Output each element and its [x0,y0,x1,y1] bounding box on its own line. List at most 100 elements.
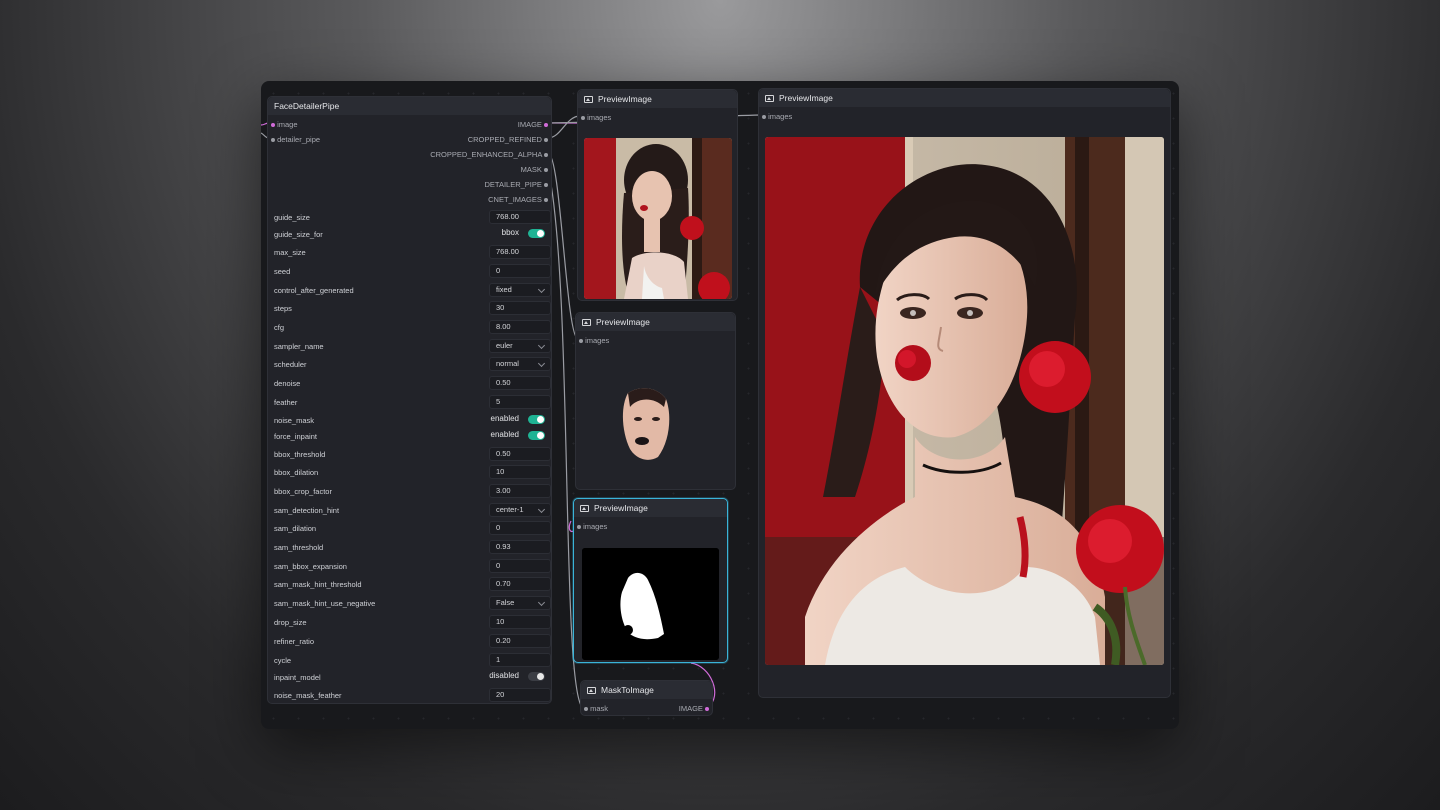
output-detailer-pipe-slot[interactable]: DETAILER_PIPE [485,180,548,189]
widget-cycle[interactable]: cycle 1 [274,653,551,668]
preview-image-node-enhanced-alpha[interactable]: PreviewImage images [575,312,736,490]
widget-value: 5 [496,397,501,406]
widget-scheduler[interactable]: scheduler normal [274,357,551,372]
connector-dot[interactable] [579,339,583,344]
number-input[interactable]: 10 [489,465,551,479]
combo-select[interactable]: fixed [489,283,551,297]
node-title[interactable]: FaceDetailerPipe [268,97,551,115]
widget-bbox-crop-factor[interactable]: bbox_crop_factor 3.00 [274,484,551,499]
node-title[interactable]: MaskToImage [581,681,712,699]
input-images-slot[interactable]: images [762,112,792,121]
input-detailer-pipe-slot[interactable]: detailer_pipe [271,135,320,144]
number-input[interactable]: 30 [489,301,551,315]
number-input[interactable]: 10 [489,615,551,629]
input-images-slot[interactable]: images [581,113,611,122]
output-mask-slot[interactable]: MASK [521,165,548,174]
output-cropped-refined-slot[interactable]: CROPPED_REFINED [468,135,548,144]
widget-guide-size-for[interactable]: guide_size_for bbox [274,227,545,242]
number-input[interactable]: 3.00 [489,484,551,498]
output-cropped-enhanced-alpha-slot[interactable]: CROPPED_ENHANCED_ALPHA [430,150,548,159]
output-connector-dot[interactable] [544,153,548,158]
widget-value: 1 [496,655,501,664]
widget-noise-mask-feather[interactable]: noise_mask_feather 20 [274,688,551,703]
number-input[interactable]: 0.70 [489,577,551,591]
widget-sam-bbox-expansion[interactable]: sam_bbox_expansion 0 [274,559,551,574]
number-input[interactable]: 0 [489,521,551,535]
widget-sam-mask-hint-use-negative[interactable]: sam_mask_hint_use_negative False [274,596,551,611]
input-image-slot[interactable]: image [271,120,298,129]
widget-inpaint-model[interactable]: inpaint_model disabled [274,670,545,685]
node-title[interactable]: PreviewImage [574,499,727,517]
widget-control-after-generated[interactable]: control_after_generated fixed [274,283,551,298]
face-detailer-pipe-node[interactable]: FaceDetailerPipe image detailer_pipe IMA… [267,96,552,704]
combo-select[interactable]: False [489,596,551,610]
number-input[interactable]: 0.50 [489,447,551,461]
number-input[interactable]: 20 [489,688,551,702]
input-images-slot[interactable]: images [579,336,609,345]
output-image-slot[interactable]: IMAGE [679,704,709,713]
node-graph-canvas[interactable]: FaceDetailerPipe image detailer_pipe IMA… [261,81,1179,729]
preview-image-node-refined[interactable]: PreviewImage images [577,89,738,301]
output-connector-dot[interactable] [544,183,548,188]
number-input[interactable]: 0 [489,559,551,573]
connector-dot[interactable] [577,525,581,530]
widget-sampler-name[interactable]: sampler_name euler [274,339,551,354]
connector-dot[interactable] [762,115,766,120]
number-input[interactable]: 0 [489,264,551,278]
connector-dot[interactable] [581,116,585,121]
mask-to-image-node[interactable]: MaskToImage mask IMAGE [580,680,713,716]
input-images-slot[interactable]: images [577,522,607,531]
input-mask-slot[interactable]: mask [584,704,608,713]
output-connector-dot[interactable] [544,123,548,128]
widget-noise-mask[interactable]: noise_mask enabled [274,413,545,428]
number-input[interactable]: 768.00 [489,210,551,224]
combo-select[interactable]: euler [489,339,551,353]
connector-dot[interactable] [584,707,588,712]
node-title[interactable]: PreviewImage [578,90,737,108]
number-input[interactable]: 5 [489,395,551,409]
slot-label: images [587,113,612,122]
widget-steps[interactable]: steps 30 [274,301,551,316]
pipe-connector-dot[interactable] [271,138,275,143]
widget-feather[interactable]: feather 5 [274,395,551,410]
widget-refiner-ratio[interactable]: refiner_ratio 0.20 [274,634,551,649]
toggle-switch[interactable] [528,229,545,238]
preview-image-node-mask[interactable]: PreviewImage images [573,498,728,663]
number-input[interactable]: 8.00 [489,320,551,334]
widget-sam-detection-hint[interactable]: sam_detection_hint center-1 [274,503,551,518]
toggle-switch[interactable] [528,672,545,681]
widget-label: sam_mask_hint_threshold [274,580,362,589]
combo-select[interactable]: normal [489,357,551,371]
number-input[interactable]: 0.50 [489,376,551,390]
widget-drop-size[interactable]: drop_size 10 [274,615,551,630]
output-cnet-images-slot[interactable]: CNET_IMAGES [488,195,548,204]
widget-sam-dilation[interactable]: sam_dilation 0 [274,521,551,536]
number-input[interactable]: 0.93 [489,540,551,554]
toggle-switch[interactable] [528,431,545,440]
combo-select[interactable]: center-1 [489,503,551,517]
node-title[interactable]: PreviewImage [576,313,735,331]
widget-bbox-threshold[interactable]: bbox_threshold 0.50 [274,447,551,462]
widget-cfg[interactable]: cfg 8.00 [274,320,551,335]
number-input[interactable]: 0.20 [489,634,551,648]
preview-image-node-final[interactable]: PreviewImage images [758,88,1171,698]
widget-denoise[interactable]: denoise 0.50 [274,376,551,391]
output-image-slot[interactable]: IMAGE [518,120,548,129]
widget-guide-size[interactable]: guide_size 768.00 [274,210,551,225]
number-input[interactable]: 1 [489,653,551,667]
output-connector-dot[interactable] [544,198,548,203]
widget-sam-threshold[interactable]: sam_threshold 0.93 [274,540,551,555]
node-title[interactable]: PreviewImage [759,89,1170,107]
widget-force-inpaint[interactable]: force_inpaint enabled [274,429,545,444]
widget-bbox-dilation[interactable]: bbox_dilation 10 [274,465,551,480]
widget-seed[interactable]: seed 0 [274,264,551,279]
output-connector-dot[interactable] [705,707,709,712]
widget-max-size[interactable]: max_size 768.00 [274,245,551,260]
output-connector-dot[interactable] [544,168,548,173]
widget-label: noise_mask_feather [274,691,342,700]
number-input[interactable]: 768.00 [489,245,551,259]
output-connector-dot[interactable] [544,138,548,143]
toggle-switch[interactable] [528,415,545,424]
widget-sam-mask-hint-threshold[interactable]: sam_mask_hint_threshold 0.70 [274,577,551,592]
image-connector-dot[interactable] [271,123,275,128]
